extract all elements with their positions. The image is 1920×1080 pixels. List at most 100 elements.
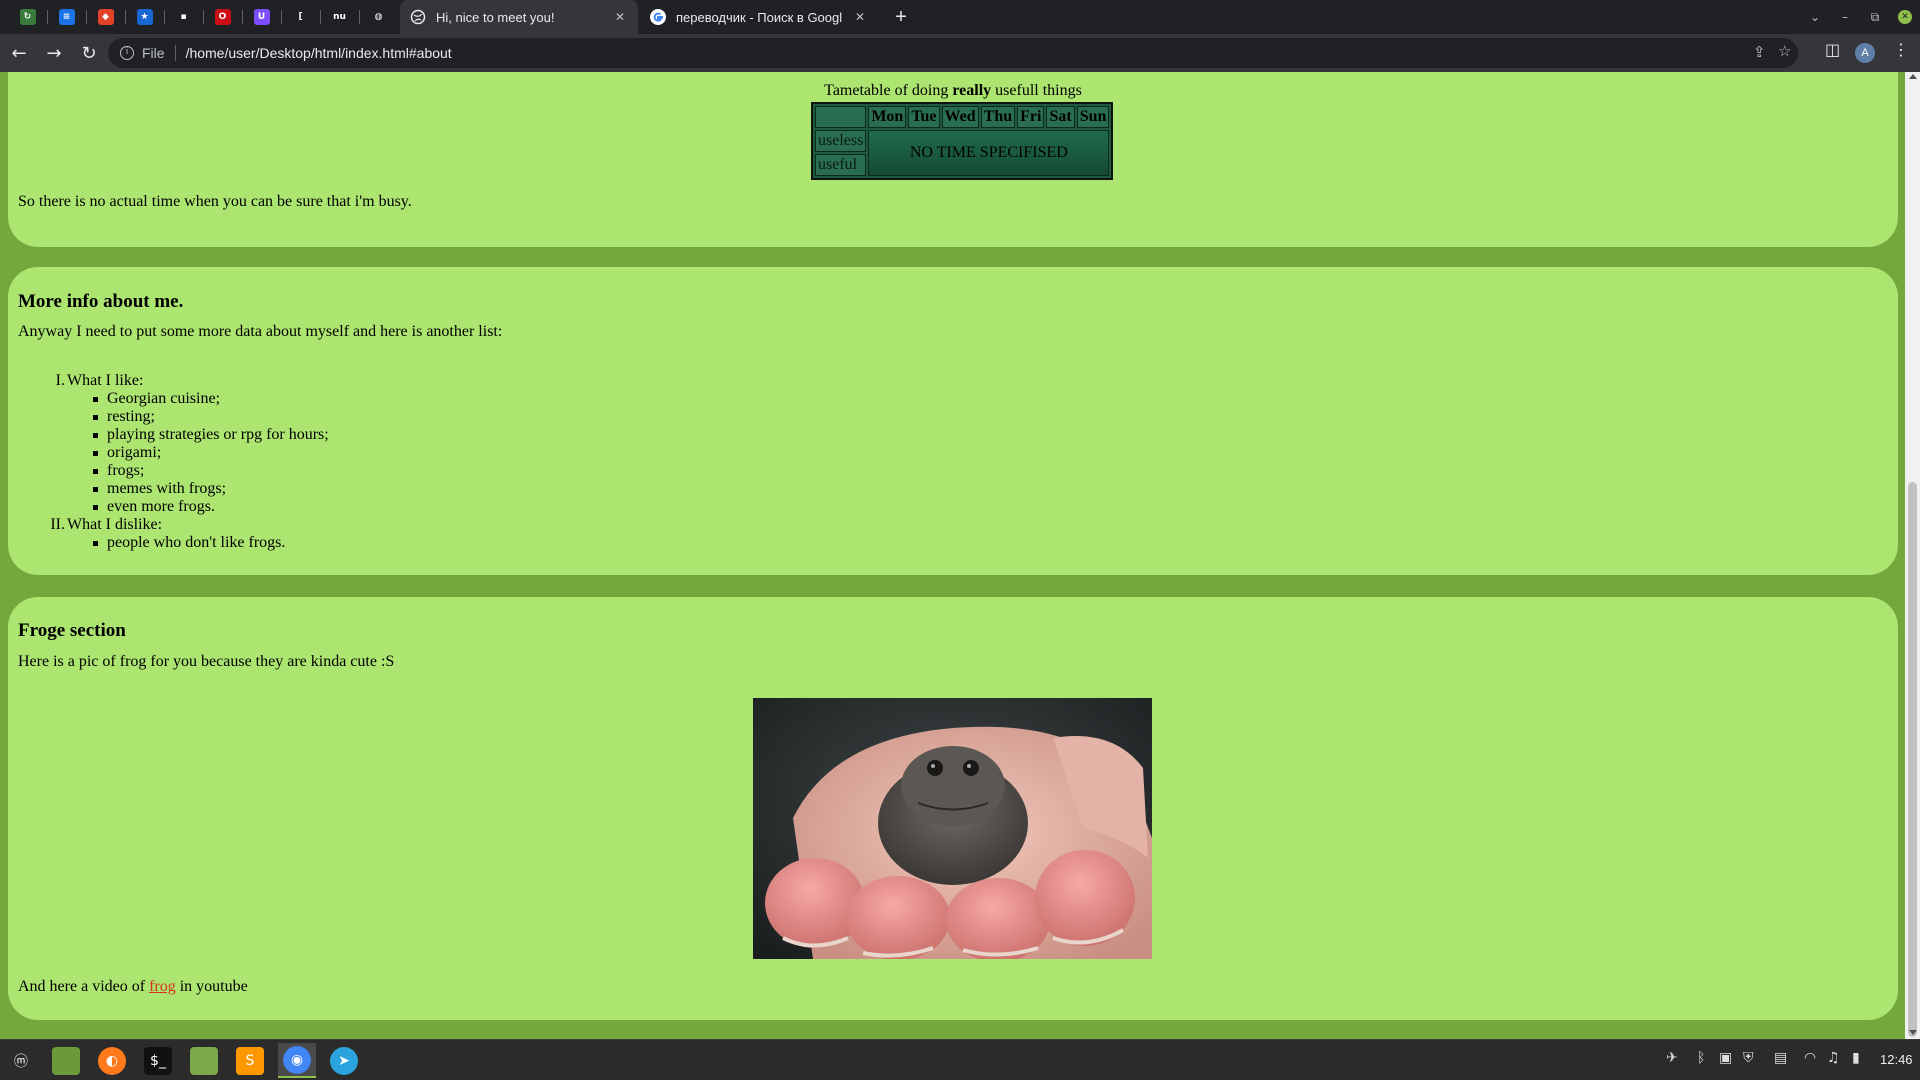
pinned-tab[interactable]: ◆	[86, 0, 125, 34]
timetable-caption: Tametable of doing really usefull things	[8, 82, 1898, 100]
telegram-icon: ➤	[330, 1046, 358, 1075]
files-icon	[190, 1046, 218, 1075]
row-header: useless	[815, 130, 867, 152]
close-tab-icon[interactable]: ✕	[852, 10, 868, 24]
close-icon: ✕	[1898, 10, 1912, 24]
tab-google-search[interactable]: переводчик - Поиск в Googl ✕	[640, 0, 878, 34]
telegram-tray-icon[interactable]: ✈	[1666, 1050, 1678, 1066]
frog-intro: Here is a pic of frog for you because th…	[18, 653, 395, 670]
froge-section: Froge section Here is a pic of frog for …	[8, 597, 1898, 1020]
info-intro: Anyway I need to put some more data abou…	[18, 323, 503, 340]
row-header: useful	[815, 154, 867, 176]
tab-search-icon[interactable]: ⌄	[1800, 10, 1830, 24]
pinned-tab[interactable]: O	[203, 0, 242, 34]
clock[interactable]: 12:46	[1880, 1052, 1913, 1067]
restore-button[interactable]: ⧉	[1860, 10, 1890, 25]
site-info-icon[interactable]: i	[120, 46, 134, 60]
document-blue-icon: ≡	[58, 9, 75, 25]
reload-button[interactable]: ↻	[73, 37, 105, 69]
pinned-tab[interactable]: ▪	[164, 0, 203, 34]
bookmark-star-icon[interactable]: ☆	[1778, 42, 1791, 60]
chat-icon: ▪	[175, 9, 192, 25]
tab-strip: ↻ ≡ ◆ ★ ▪ O U [nu ◍ Hi, nice to meet you! ✕ пере…	[0, 0, 1920, 34]
refresh-swirl-icon: ↻	[19, 9, 36, 25]
caption-text: usefull things	[991, 82, 1082, 99]
list-item: origami;	[93, 444, 329, 462]
list-label: What I dislike:	[67, 516, 163, 533]
taskbar-app-button[interactable]	[185, 1043, 223, 1078]
day-header: Wed	[941, 106, 979, 128]
flag-us-icon[interactable]: ▤	[1774, 1050, 1787, 1066]
taskbar-app-button[interactable]: S	[231, 1043, 269, 1078]
day-header: Fri	[1017, 106, 1045, 128]
no-time-cell: NO TIME SPECIFISED	[868, 130, 1110, 176]
likes-list: Georgian cuisine; resting; playing strat…	[93, 390, 329, 516]
pinned-tab[interactable]: nu	[320, 0, 359, 34]
taskbar-app-button[interactable]	[47, 1043, 85, 1078]
day-header: Tue	[908, 106, 940, 128]
taskbar-app-button[interactable]: ➤	[325, 1043, 363, 1078]
address-url[interactable]: /home/user/Desktop/html/index.html#about	[186, 45, 452, 61]
caption-bold: really	[952, 82, 992, 99]
clipboard-icon[interactable]: ▣	[1719, 1050, 1732, 1066]
address-bar[interactable]: i File /home/user/Desktop/html/index.htm…	[108, 38, 1798, 68]
address-divider	[174, 45, 176, 61]
wifi-icon[interactable]: ◠	[1804, 1050, 1816, 1066]
pinned-tab[interactable]: [	[281, 0, 320, 34]
list-item: resting;	[93, 408, 329, 426]
list-item: Georgian cuisine;	[93, 390, 329, 408]
caption-text: Tametable of doing	[824, 82, 953, 99]
likes-ordered-list: I. What I like: Georgian cuisine; restin…	[50, 372, 329, 552]
close-tab-icon[interactable]: ✕	[612, 10, 628, 24]
opera-icon: O	[214, 9, 231, 25]
minimize-button[interactable]: –	[1830, 10, 1860, 24]
shield-tray-icon[interactable]: ⛨	[1743, 1050, 1754, 1066]
profile-avatar[interactable]: A	[1855, 43, 1875, 63]
taskbar-app-button[interactable]: ◉	[278, 1043, 316, 1078]
day-header: Thu	[980, 106, 1016, 128]
pinned-tab[interactable]: ★	[125, 0, 164, 34]
taskbar-app-button[interactable]: ⓜ	[2, 1043, 40, 1078]
schedule-section: Tametable of doing really usefull things…	[8, 72, 1898, 247]
share-icon[interactable]: ⇪	[1753, 43, 1766, 61]
list-item: playing strategies or rpg for hours;	[93, 426, 329, 443]
list-item: I. What I like: Georgian cuisine; restin…	[53, 372, 329, 516]
timetable: Mon Tue Wed Thu Fri Sat Sun useless NO T…	[811, 102, 1114, 180]
gitlab-icon: ◆	[97, 9, 114, 25]
star-app-icon: ★	[136, 9, 153, 25]
scroll-down-arrow-icon[interactable]	[1909, 1030, 1917, 1035]
terminal-icon: $_	[144, 1046, 172, 1075]
taskbar-app-button[interactable]: ◐	[93, 1043, 131, 1078]
pinned-tab[interactable]: U	[242, 0, 281, 34]
video-paragraph: And here a video of frog in youtube	[18, 978, 248, 996]
side-panel-icon[interactable]: ◫	[1825, 40, 1840, 59]
dislikes-list: people who don't like frogs.	[93, 534, 329, 552]
tab-hi-nice-to-meet-you[interactable]: Hi, nice to meet you! ✕	[400, 0, 638, 34]
folder-green-icon	[52, 1046, 80, 1075]
section-heading: More info about me.	[18, 291, 184, 312]
pinned-tab[interactable]: ↻	[8, 0, 47, 34]
scroll-up-arrow-icon[interactable]	[1909, 74, 1917, 79]
list-number: I.	[55, 372, 65, 389]
address-scheme: File	[142, 45, 165, 61]
music-icon[interactable]: ♫	[1827, 1050, 1840, 1066]
new-tab-button[interactable]: +	[888, 4, 914, 30]
forward-button[interactable]: →	[38, 37, 70, 69]
bluetooth-icon[interactable]: ᛒ	[1697, 1050, 1705, 1066]
close-window-button[interactable]: ✕	[1890, 10, 1920, 24]
list-item: memes with frogs;	[93, 480, 329, 498]
vertical-scrollbar[interactable]	[1905, 72, 1920, 1039]
frog-video-link[interactable]: frog	[149, 978, 176, 995]
section-heading: Froge section	[18, 620, 126, 641]
menu-icon[interactable]: ⋮	[1893, 40, 1909, 59]
scrollbar-thumb[interactable]	[1908, 482, 1917, 1037]
taskbar-app-button[interactable]: $_	[139, 1043, 177, 1078]
back-button[interactable]: ←	[3, 37, 35, 69]
pinned-tab[interactable]: ≡	[47, 0, 86, 34]
firefox-icon: ◐	[98, 1046, 126, 1075]
pinned-tab[interactable]: ◍	[359, 0, 398, 34]
tab-title: переводчик - Поиск в Googl	[676, 9, 843, 25]
battery-icon[interactable]: ▮	[1852, 1050, 1860, 1066]
chrome-icon: ◉	[283, 1045, 311, 1074]
corner-cell	[815, 106, 867, 128]
